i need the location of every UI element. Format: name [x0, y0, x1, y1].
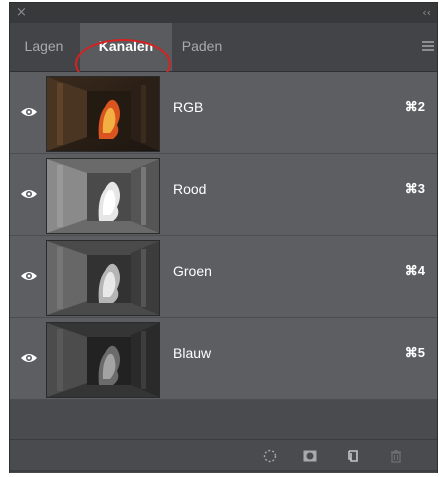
channel-name: Groen	[173, 263, 212, 279]
channel-row-rood[interactable]: Rood ⌘3	[10, 154, 437, 236]
load-selection-icon[interactable]	[262, 448, 278, 464]
channel-thumbnail-blauw	[46, 322, 160, 398]
channel-thumbnail-rood	[46, 158, 160, 234]
eye-icon[interactable]	[20, 269, 38, 283]
tab-lagen[interactable]: Lagen	[10, 23, 78, 71]
eye-icon[interactable]	[20, 351, 38, 365]
channel-name: Blauw	[173, 345, 212, 361]
channel-shortcut: ⌘5	[404, 345, 425, 360]
tab-kanalen[interactable]: Kanalen	[80, 23, 172, 71]
collapse-icon[interactable]: ‹‹	[422, 5, 431, 21]
channel-shortcut: ⌘4	[404, 263, 425, 278]
channel-shortcut: ⌘3	[404, 181, 425, 196]
panel-menu-icon[interactable]	[422, 41, 434, 53]
close-icon[interactable]: ×	[16, 5, 27, 21]
channel-row-rgb[interactable]: RGB ⌘2	[10, 72, 437, 154]
channel-shortcut: ⌘2	[404, 99, 425, 114]
horizontal-scrollbar[interactable]	[10, 470, 437, 472]
panel-titlebar: × ‹‹	[10, 3, 437, 23]
channel-name: Rood	[173, 181, 207, 197]
tab-paden[interactable]: Paden	[172, 23, 232, 71]
trash-icon[interactable]	[388, 448, 404, 464]
save-mask-icon[interactable]	[302, 448, 318, 464]
eye-icon[interactable]	[20, 187, 38, 201]
new-channel-icon[interactable]	[346, 448, 362, 464]
channel-row-groen[interactable]: Groen ⌘4	[10, 236, 437, 318]
channel-thumbnail-groen	[46, 240, 160, 316]
channels-panel: × ‹‹ Lagen Kanalen Paden RGB ⌘2 Rood ⌘3 …	[10, 3, 437, 473]
panel-tabbar: Lagen Kanalen Paden	[10, 23, 437, 89]
channel-row-blauw[interactable]: Blauw ⌘5	[10, 318, 437, 400]
channel-thumbnail-rgb	[46, 76, 160, 152]
eye-icon[interactable]	[20, 105, 38, 119]
channel-name: RGB	[173, 99, 204, 115]
panel-footer	[10, 439, 437, 473]
